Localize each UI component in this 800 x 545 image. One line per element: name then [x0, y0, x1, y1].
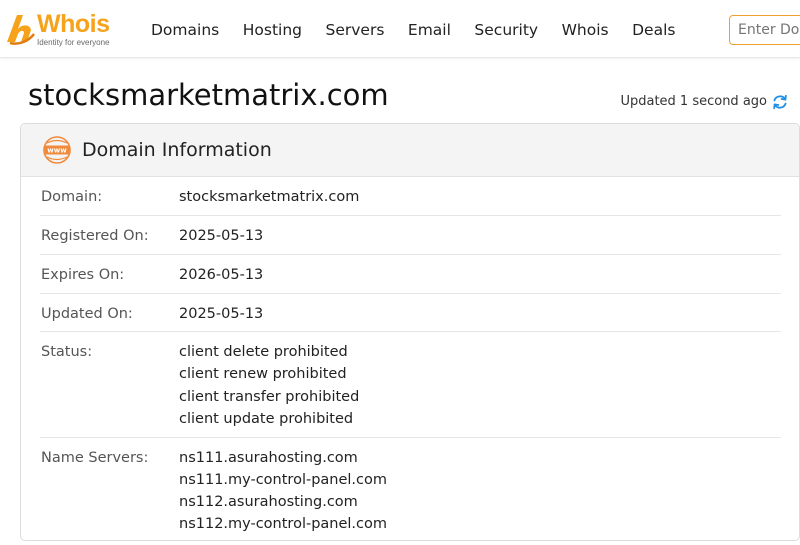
row-status: Status: client delete prohibited client … — [40, 332, 781, 438]
row-label: Registered On: — [41, 228, 149, 244]
updated-value: 2025-05-13 — [179, 305, 264, 322]
domain-value: stocksmarketmatrix.com — [179, 189, 360, 205]
row-value: 2025-05-13 — [179, 225, 263, 247]
nav-whois[interactable]: Whois — [562, 19, 609, 41]
name-server-value: ns111.asurahosting.com — [179, 449, 358, 466]
svg-text:www: www — [47, 147, 67, 155]
logo-wordmark: Whois — [37, 10, 110, 38]
status-value: client update prohibited — [179, 410, 354, 427]
domain-info-card: www Domain Information Domain: stocksmar… — [20, 123, 800, 541]
www-icon: www — [43, 136, 71, 164]
name-server-value: ns112.asurahosting.com — [179, 494, 358, 511]
row-expires-on: Expires On: 2026-05-13 — [40, 255, 781, 294]
row-value: 2026-05-13 — [179, 264, 263, 286]
row-value: ns111.asurahosting.com ns111.my-control-… — [179, 447, 387, 536]
registered-value: 2025-05-13 — [179, 228, 264, 244]
row-name-servers: Name Servers: ns111.asurahosting.com ns1… — [40, 438, 781, 541]
refresh-icon[interactable] — [772, 94, 788, 110]
updated-status: Updated 1 second ago — [620, 92, 788, 112]
name-server-value: ns112.my-control-panel.com — [179, 516, 388, 533]
logo-tagline: Identity for everyone — [37, 38, 110, 47]
info-rows: Domain: stocksmarketmatrix.com Registere… — [40, 177, 781, 541]
row-label: Name Servers: — [41, 449, 149, 466]
domain-search-input[interactable] — [729, 15, 800, 45]
updated-text: Updated 1 second ago — [620, 94, 767, 109]
nav-domains[interactable]: Domains — [151, 19, 219, 41]
row-registered-on: Registered On: 2025-05-13 — [40, 216, 781, 255]
nav-deals[interactable]: Deals — [632, 19, 675, 41]
whois-logo[interactable]: Whois Identity for everyone — [4, 8, 128, 50]
expires-value: 2026-05-13 — [179, 266, 264, 283]
row-label: Status: — [41, 344, 93, 360]
card-title: Domain Information — [82, 139, 272, 161]
nav-security[interactable]: Security — [474, 19, 538, 41]
row-value: stocksmarketmatrix.com — [179, 186, 359, 208]
row-updated-on: Updated On: 2025-05-13 — [40, 294, 781, 332]
row-label: Updated On: — [41, 305, 133, 322]
status-value: client delete prohibited — [179, 344, 348, 360]
row-label: Expires On: — [41, 266, 125, 283]
site-header: Whois Identity for everyone Domains Host… — [0, 0, 800, 58]
card-header: www Domain Information — [21, 124, 799, 177]
row-domain: Domain: stocksmarketmatrix.com — [40, 177, 781, 216]
page-title: stocksmarketmatrix.com — [28, 78, 389, 112]
nav-hosting[interactable]: Hosting — [243, 19, 302, 41]
status-value: client transfer prohibited — [179, 388, 360, 405]
row-value: client delete prohibited client renew pr… — [179, 341, 359, 430]
row-value: 2025-05-13 — [179, 303, 263, 325]
main-nav: Domains Hosting Servers Email Security W… — [151, 19, 699, 41]
nav-email[interactable]: Email — [408, 19, 451, 41]
nav-servers[interactable]: Servers — [326, 19, 385, 41]
row-label: Domain: — [41, 189, 103, 205]
name-server-value: ns111.my-control-panel.com — [179, 471, 388, 488]
status-value: client renew prohibited — [179, 366, 347, 383]
logo-mark-icon — [7, 15, 35, 45]
